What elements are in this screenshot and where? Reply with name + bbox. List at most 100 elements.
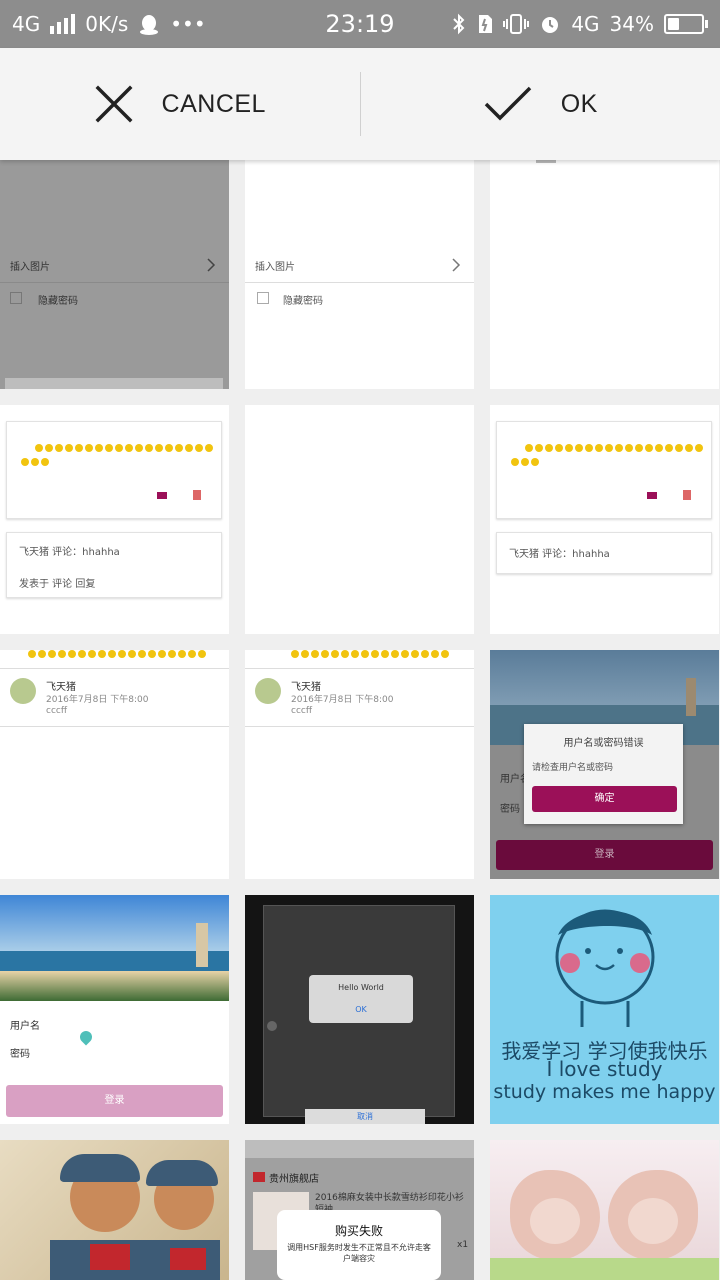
divider [245, 282, 474, 283]
bottom-bar: 取消 [305, 1109, 425, 1124]
signal-icon [50, 14, 76, 34]
grass-image [490, 1258, 719, 1280]
emoji-row [511, 458, 539, 466]
message-icon [647, 492, 657, 499]
chevron-right-icon [452, 258, 461, 272]
ok-label: OK [560, 89, 598, 118]
photo-tile[interactable]: 飞天猪 评论：hhahha [490, 405, 719, 634]
action-bar: CANCEL OK [0, 48, 720, 160]
tile-text: 插入图片 [10, 262, 50, 273]
cancel-label: CANCEL [161, 89, 266, 118]
close-icon [95, 85, 133, 123]
sim-icon [479, 15, 493, 33]
tile-text: 贵州旗舰店 [269, 1174, 319, 1185]
dialog-title: Hello World [338, 983, 384, 992]
photo-tile[interactable]: Hello World OK 取消 [245, 895, 474, 1124]
sky-image [0, 895, 229, 951]
tile-text: 发表于 评论 回复 [19, 579, 96, 590]
photo-tile[interactable] [490, 1140, 719, 1280]
cancel-button[interactable]: CANCEL [0, 48, 360, 160]
tile-text: 飞天猪 评论：hhahha [19, 547, 120, 558]
alarm-icon [542, 17, 559, 33]
dialog-confirm-button: 确定 [532, 786, 677, 812]
tile-text: 密码 [10, 1049, 30, 1060]
book-image [170, 1248, 206, 1270]
dialog-ok: OK [355, 1005, 367, 1014]
caption-line: I love study [546, 1057, 663, 1081]
camera-dot [267, 1021, 277, 1031]
tile-text: cccff [291, 706, 313, 716]
tower-image [196, 923, 208, 967]
network-type-right: 4G [571, 12, 600, 36]
tile-text: 2016年7月8日 下午8:00 [46, 695, 149, 705]
tile-text: 飞天猪 [46, 682, 76, 693]
dialog-title: 用户名或密码错误 [563, 738, 644, 749]
photo-tile[interactable]: 我爱学习 学习使我快乐 I love study study makes me … [490, 895, 719, 1124]
user-icon [193, 490, 201, 500]
bluetooth-icon [453, 13, 465, 35]
vibrate-icon [503, 14, 530, 34]
emoji-row [291, 650, 449, 658]
photo-tile[interactable]: 贵州旗舰店 2016棉麻女装中长款雪纺衫印花小衫短袖 x1 购买失败 调用HSF… [245, 1140, 474, 1280]
check-icon [484, 86, 531, 121]
tile-text: 隐藏密码 [283, 296, 323, 307]
more-icon: ••• [170, 12, 206, 36]
tile-text: x1 [457, 1240, 469, 1250]
photo-tile[interactable]: 用户名 密码 用户名或密码错误 请检查用户名或密码 确定 登录 [490, 650, 719, 879]
avatar [255, 678, 281, 704]
status-bar: 4G 0K/s ••• 23:19 4G 34% [0, 0, 720, 48]
divider [0, 282, 229, 283]
photo-tile[interactable] [0, 1140, 229, 1280]
photo-grid: 插入图片 隐藏密码 插入图片 隐藏密码 飞天猪 评论：hhahha 发表于 评论… [0, 160, 720, 1280]
chevron-right-icon [207, 258, 216, 272]
tile-text: 密码 [500, 804, 520, 815]
tile-text: 用户名 [10, 1021, 40, 1032]
tile-text: 插入图片 [255, 262, 295, 273]
photo-tile[interactable]: 飞天猪 2016年7月8日 下午8:00 cccff [245, 650, 474, 879]
photo-tile[interactable]: 插入图片 隐藏密码 [245, 160, 474, 389]
emoji-row [35, 444, 213, 452]
network-speed: 0K/s [85, 12, 129, 36]
photo-tile[interactable]: 插入图片 隐藏密码 [0, 160, 229, 389]
tile-bar [536, 160, 556, 163]
comment-card: 飞天猪 评论：hhahha 发表于 评论 回复 [6, 532, 222, 598]
emoji-row [28, 650, 206, 658]
hand-image [628, 1198, 678, 1244]
dialog: Hello World OK [309, 975, 413, 1023]
caption-line: study makes me happy [493, 1081, 716, 1103]
battery-icon [664, 14, 708, 34]
ok-button[interactable]: OK [361, 48, 720, 160]
photo-tile[interactable] [490, 160, 719, 389]
sky-image [490, 650, 719, 705]
tile-text: 飞天猪 [291, 682, 321, 693]
toast-body: 调用HSF服务时发生不正常且不允许走客户端容灾 [287, 1243, 431, 1263]
book-image [90, 1244, 130, 1270]
battery-percent: 34% [609, 12, 654, 36]
divider [0, 668, 229, 669]
tile-bar [5, 378, 223, 389]
emoji-row [21, 458, 49, 466]
comment-card: 飞天猪 评论：hhahha [496, 532, 712, 574]
sea-image [0, 951, 229, 971]
user-icon [683, 490, 691, 500]
divider [0, 726, 229, 727]
avatar [10, 678, 36, 704]
tower-image [686, 678, 696, 716]
tile-text: 2016年7月8日 下午8:00 [291, 695, 394, 705]
photo-tile[interactable]: 用户名 密码 登录 [0, 895, 229, 1124]
tile-bar [245, 1140, 474, 1158]
beach-image [0, 971, 229, 1001]
divider [245, 668, 474, 669]
photo-tile[interactable]: 飞天猪 2016年7月8日 下午8:00 cccff [0, 650, 229, 879]
drop-icon [77, 1028, 95, 1046]
photo-tile[interactable] [245, 405, 474, 634]
dialog-body: 请检查用户名或密码 [532, 763, 614, 773]
checkbox-icon [257, 292, 269, 304]
hand-image [530, 1198, 580, 1244]
photo-tile[interactable]: 飞天猪 评论：hhahha 发表于 评论 回复 [0, 405, 229, 634]
cartoon-face-image [555, 909, 655, 1027]
comment-card [496, 421, 712, 519]
emoji-row [525, 444, 703, 452]
submit-button: 登录 [6, 1085, 223, 1117]
store-icon [253, 1172, 265, 1182]
